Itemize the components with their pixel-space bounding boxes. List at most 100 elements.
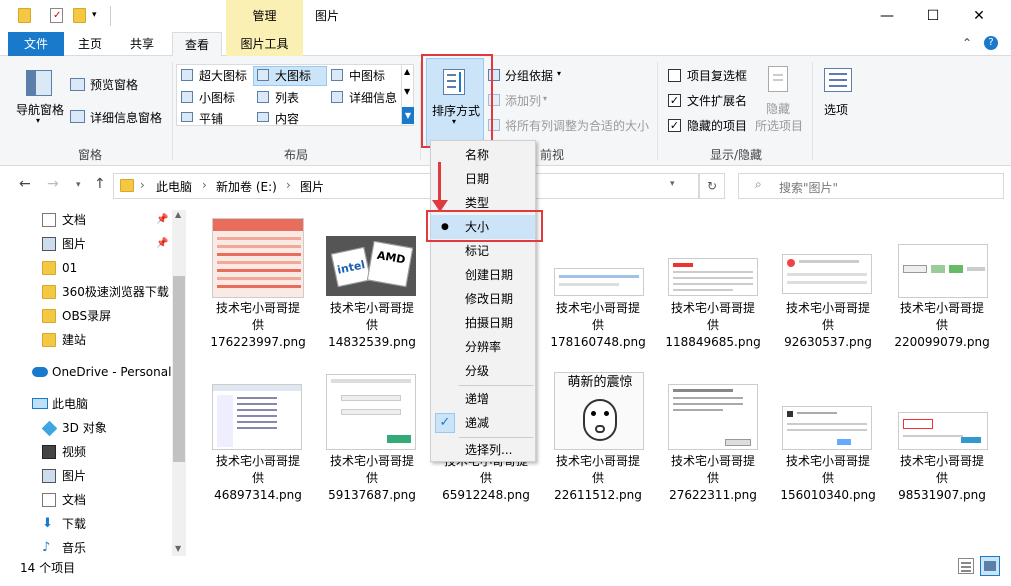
large-icons-view-icon[interactable] [980, 556, 1000, 576]
small-icons-icon [181, 91, 193, 103]
up-arrow-icon[interactable]: ↑ [94, 176, 106, 192]
tiles-option[interactable]: 平铺 [199, 110, 223, 127]
content-option[interactable]: 内容 [275, 110, 299, 127]
search-input[interactable]: ⌕ 搜索"图片" [738, 173, 1004, 199]
file-label[interactable]: 技术宅小哥哥提供 176223997.png [202, 300, 314, 351]
properties-icon[interactable]: ✓ [50, 8, 63, 23]
item-checkboxes-checkbox[interactable] [668, 69, 681, 82]
tab-picture-tools[interactable]: 图片工具 [226, 32, 303, 56]
chevron-down-icon[interactable]: ▾ [670, 179, 675, 189]
sort-option-date-modified[interactable]: 修改日期 [431, 287, 535, 311]
extra-large-icons-option[interactable]: 超大图标 [199, 67, 247, 84]
file-label[interactable]: 技术宅小哥哥提供 27622311.png [657, 453, 769, 504]
file-label[interactable]: 技术宅小哥哥提供 14832539.png [316, 300, 428, 351]
tab-manage-context[interactable]: 管理 [226, 0, 303, 32]
large-icons-option[interactable]: 大图标 [275, 67, 311, 84]
file-label[interactable]: 技术宅小哥哥提供 92630537.png [772, 300, 884, 351]
file-thumbnail[interactable] [554, 268, 644, 296]
recent-locations-icon[interactable]: ▾ [76, 180, 81, 190]
file-label[interactable]: 技术宅小哥哥提供 220099079.png [886, 300, 998, 351]
file-thumbnail[interactable] [668, 384, 758, 450]
medium-icons-option[interactable]: 中图标 [349, 67, 385, 84]
hidden-items-label: 隐藏的项目 [687, 119, 748, 133]
file-label[interactable]: 技术宅小哥哥提供 156010340.png [772, 453, 884, 504]
pin-icon[interactable]: 📌 [156, 208, 168, 232]
details-view-icon[interactable] [958, 558, 974, 574]
layout-gallery: 超大图标 大图标 中图标 小图标 列表 详细信息 平铺 内容 ▲ ▼ ▼ [176, 64, 414, 126]
sort-option-resolution[interactable]: 分辨率 [431, 335, 535, 359]
file-thumbnail[interactable] [668, 258, 758, 296]
sort-option-name[interactable]: 名称 [431, 143, 535, 167]
separator-icon: › [140, 178, 145, 192]
file-thumbnail[interactable] [212, 218, 304, 298]
nav-scrollbar[interactable]: ▲ ▼ [172, 210, 186, 556]
hidden-items-checkbox[interactable]: ✓ [668, 119, 681, 132]
file-label[interactable]: 技术宅小哥哥提供 46897314.png [202, 453, 314, 504]
file-label[interactable]: 技术宅小哥哥提供 59137687.png [316, 453, 428, 504]
help-icon[interactable]: ? [984, 36, 998, 50]
choose-columns[interactable]: 选择列... [431, 438, 535, 462]
breadcrumb-this-pc[interactable]: 此电脑 [156, 178, 192, 195]
collapse-ribbon-icon[interactable]: ⌃ [962, 36, 972, 50]
new-folder-icon[interactable] [73, 8, 86, 23]
maximize-button[interactable]: ☐ [910, 0, 956, 32]
file-thumbnail[interactable] [326, 374, 416, 450]
tab-home[interactable]: 主页 [66, 32, 114, 56]
nav-scroll-thumb[interactable] [173, 276, 185, 462]
cloud-icon [32, 367, 48, 377]
separator-icon: › [286, 178, 291, 192]
options-button[interactable]: 选项 [824, 101, 848, 118]
forward-arrow-icon[interactable]: → [47, 176, 59, 192]
sort-ascending[interactable]: 递增 [431, 387, 535, 411]
separator-icon: › [202, 178, 207, 192]
sort-option-date-created[interactable]: 创建日期 [431, 263, 535, 287]
close-button[interactable]: ✕ [956, 0, 1002, 32]
file-thumbnail[interactable]: intel AMD [326, 236, 416, 296]
file-thumbnail[interactable] [782, 254, 872, 294]
address-bar[interactable]: › 此电脑 › 新加卷 (E:) › 图片 ▾ [113, 173, 699, 199]
file-thumbnail[interactable] [898, 412, 988, 450]
layout-scrollbar[interactable]: ▲ ▼ ▼ [401, 65, 414, 125]
sort-option-rating[interactable]: 分级 [431, 359, 535, 383]
show-hide-group-label: 显示/隐藏 [709, 148, 763, 162]
details-pane-button[interactable]: 详细信息窗格 [90, 109, 162, 126]
group-by-button[interactable]: 分组依据 [505, 67, 553, 84]
file-label[interactable]: 技术宅小哥哥提供 118849685.png [657, 300, 769, 351]
list-option[interactable]: 列表 [275, 89, 299, 106]
refresh-button[interactable]: ↻ [699, 173, 725, 199]
sort-descending[interactable]: ✓ 递减 [431, 411, 535, 435]
sort-option-date-taken[interactable]: 拍摄日期 [431, 311, 535, 335]
nav-item-documents[interactable]: 文档 📌 [0, 208, 186, 232]
file-thumbnail[interactable] [782, 406, 872, 450]
tab-file[interactable]: 文件 [8, 32, 64, 56]
file-thumbnail[interactable] [898, 244, 988, 298]
sort-option-date[interactable]: 日期 [431, 167, 535, 191]
film-icon [42, 445, 56, 459]
tab-view[interactable]: 查看 [172, 32, 222, 57]
preview-pane-button[interactable]: 预览窗格 [90, 76, 138, 93]
computer-icon [32, 398, 48, 409]
file-extensions-checkbox[interactable]: ✓ [668, 94, 681, 107]
file-thumbnail[interactable]: 萌新的震惊 [554, 372, 644, 450]
minimize-button[interactable]: — [864, 0, 910, 32]
list-icon [257, 91, 269, 103]
chevron-down-icon: ▾ [543, 94, 548, 103]
details-option[interactable]: 详细信息 [349, 89, 397, 106]
layout-group-label: 布局 [283, 148, 308, 162]
pin-icon[interactable]: 📌 [156, 232, 168, 256]
breadcrumb-drive[interactable]: 新加卷 (E:) [216, 178, 277, 195]
file-label[interactable]: 技术宅小哥哥提供 98531907.png [886, 453, 998, 504]
file-thumbnail[interactable] [212, 384, 302, 450]
sort-by-menu: 名称 日期 类型 ● 大小 标记 创建日期 修改日期 拍摄日期 分辨率 分级 递… [430, 140, 536, 462]
divider [172, 62, 173, 160]
sort-option-tags[interactable]: 标记 [431, 239, 535, 263]
breadcrumb-pictures[interactable]: 图片 [300, 178, 324, 195]
tab-share[interactable]: 共享 [118, 32, 166, 56]
back-arrow-icon[interactable]: ← [19, 176, 31, 192]
panes-group-label: 窗格 [77, 148, 102, 162]
small-icons-option[interactable]: 小图标 [199, 89, 235, 106]
customize-quick-access-icon[interactable]: ▾ [92, 10, 97, 20]
nav-item-pictures[interactable]: 图片 📌 [0, 232, 186, 256]
file-label[interactable]: 技术宅小哥哥提供 22611512.png [542, 453, 654, 504]
file-label[interactable]: 技术宅小哥哥提供 178160748.png [542, 300, 654, 351]
